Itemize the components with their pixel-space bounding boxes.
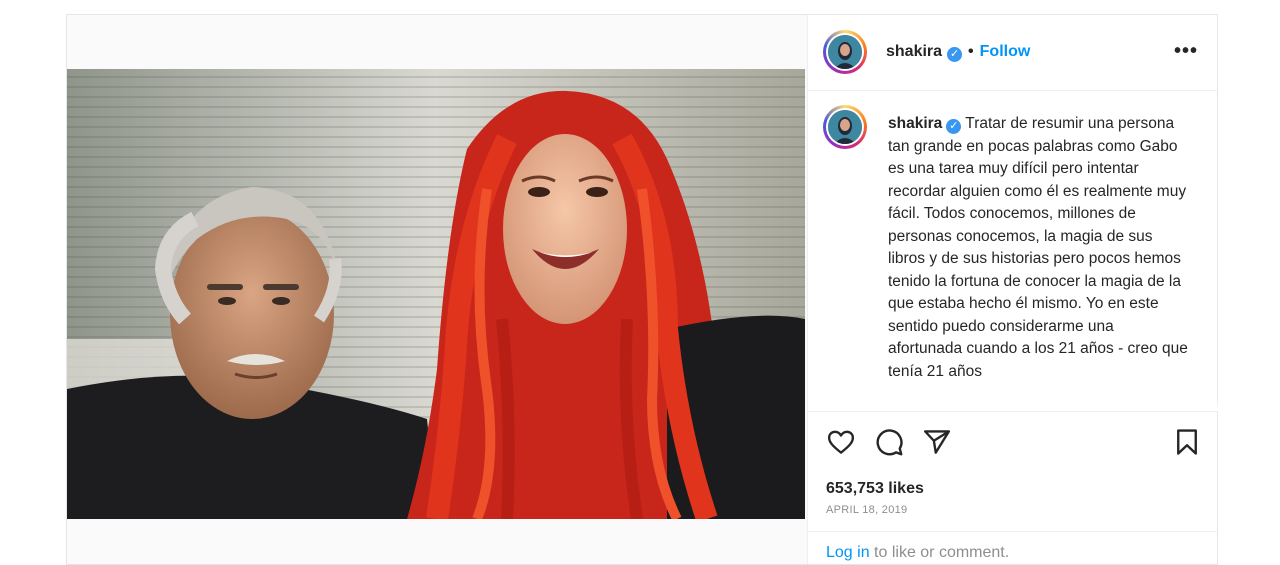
caption-username[interactable]: shakira bbox=[888, 115, 942, 132]
heart-icon[interactable] bbox=[826, 427, 856, 457]
post-media bbox=[67, 15, 807, 564]
action-icons bbox=[826, 427, 1216, 457]
login-link[interactable]: Log in bbox=[826, 544, 870, 561]
post-header: shakira ✓ • Follow ••• bbox=[808, 15, 1218, 91]
separator-dot: • bbox=[968, 43, 974, 60]
login-suffix: to like or comment. bbox=[869, 544, 1010, 561]
verified-badge-icon: ✓ bbox=[946, 119, 962, 134]
instagram-post: shakira ✓ • Follow ••• shakira ✓ Tratar de re… bbox=[66, 14, 1218, 565]
profile-avatar[interactable] bbox=[823, 30, 867, 74]
post-date[interactable]: APRIL 18, 2019 bbox=[826, 504, 907, 516]
likes-count[interactable]: 653,753 likes bbox=[826, 480, 924, 498]
caption-fade bbox=[808, 399, 1218, 411]
bookmark-icon[interactable] bbox=[1172, 427, 1202, 457]
login-prompt: Log in to like or comment. bbox=[826, 544, 1009, 562]
post-photo[interactable] bbox=[67, 69, 805, 519]
more-options-icon[interactable]: ••• bbox=[1174, 41, 1198, 61]
avatar-image bbox=[828, 110, 862, 144]
header-user-line: shakira ✓ • Follow bbox=[886, 42, 1030, 62]
header-username[interactable]: shakira bbox=[886, 43, 942, 60]
photo-illustration bbox=[67, 69, 805, 519]
comment-icon[interactable] bbox=[874, 427, 904, 457]
caption-avatar[interactable] bbox=[823, 105, 867, 149]
verified-badge-icon: ✓ bbox=[947, 47, 963, 62]
caption-text: Tratar de resumir una persona tan grande… bbox=[888, 115, 1188, 380]
actions-divider bbox=[808, 411, 1218, 412]
post-caption: shakira ✓ Tratar de resumir una persona ta… bbox=[888, 113, 1188, 383]
follow-button[interactable]: Follow bbox=[980, 43, 1031, 60]
caption-area[interactable]: shakira ✓ Tratar de resumir una persona ta… bbox=[808, 91, 1218, 411]
comment-divider bbox=[808, 531, 1218, 532]
avatar-image bbox=[828, 35, 862, 69]
post-sidebar: shakira ✓ • Follow ••• shakira ✓ Tratar de re… bbox=[807, 15, 1218, 564]
paper-plane-icon[interactable] bbox=[922, 427, 952, 457]
